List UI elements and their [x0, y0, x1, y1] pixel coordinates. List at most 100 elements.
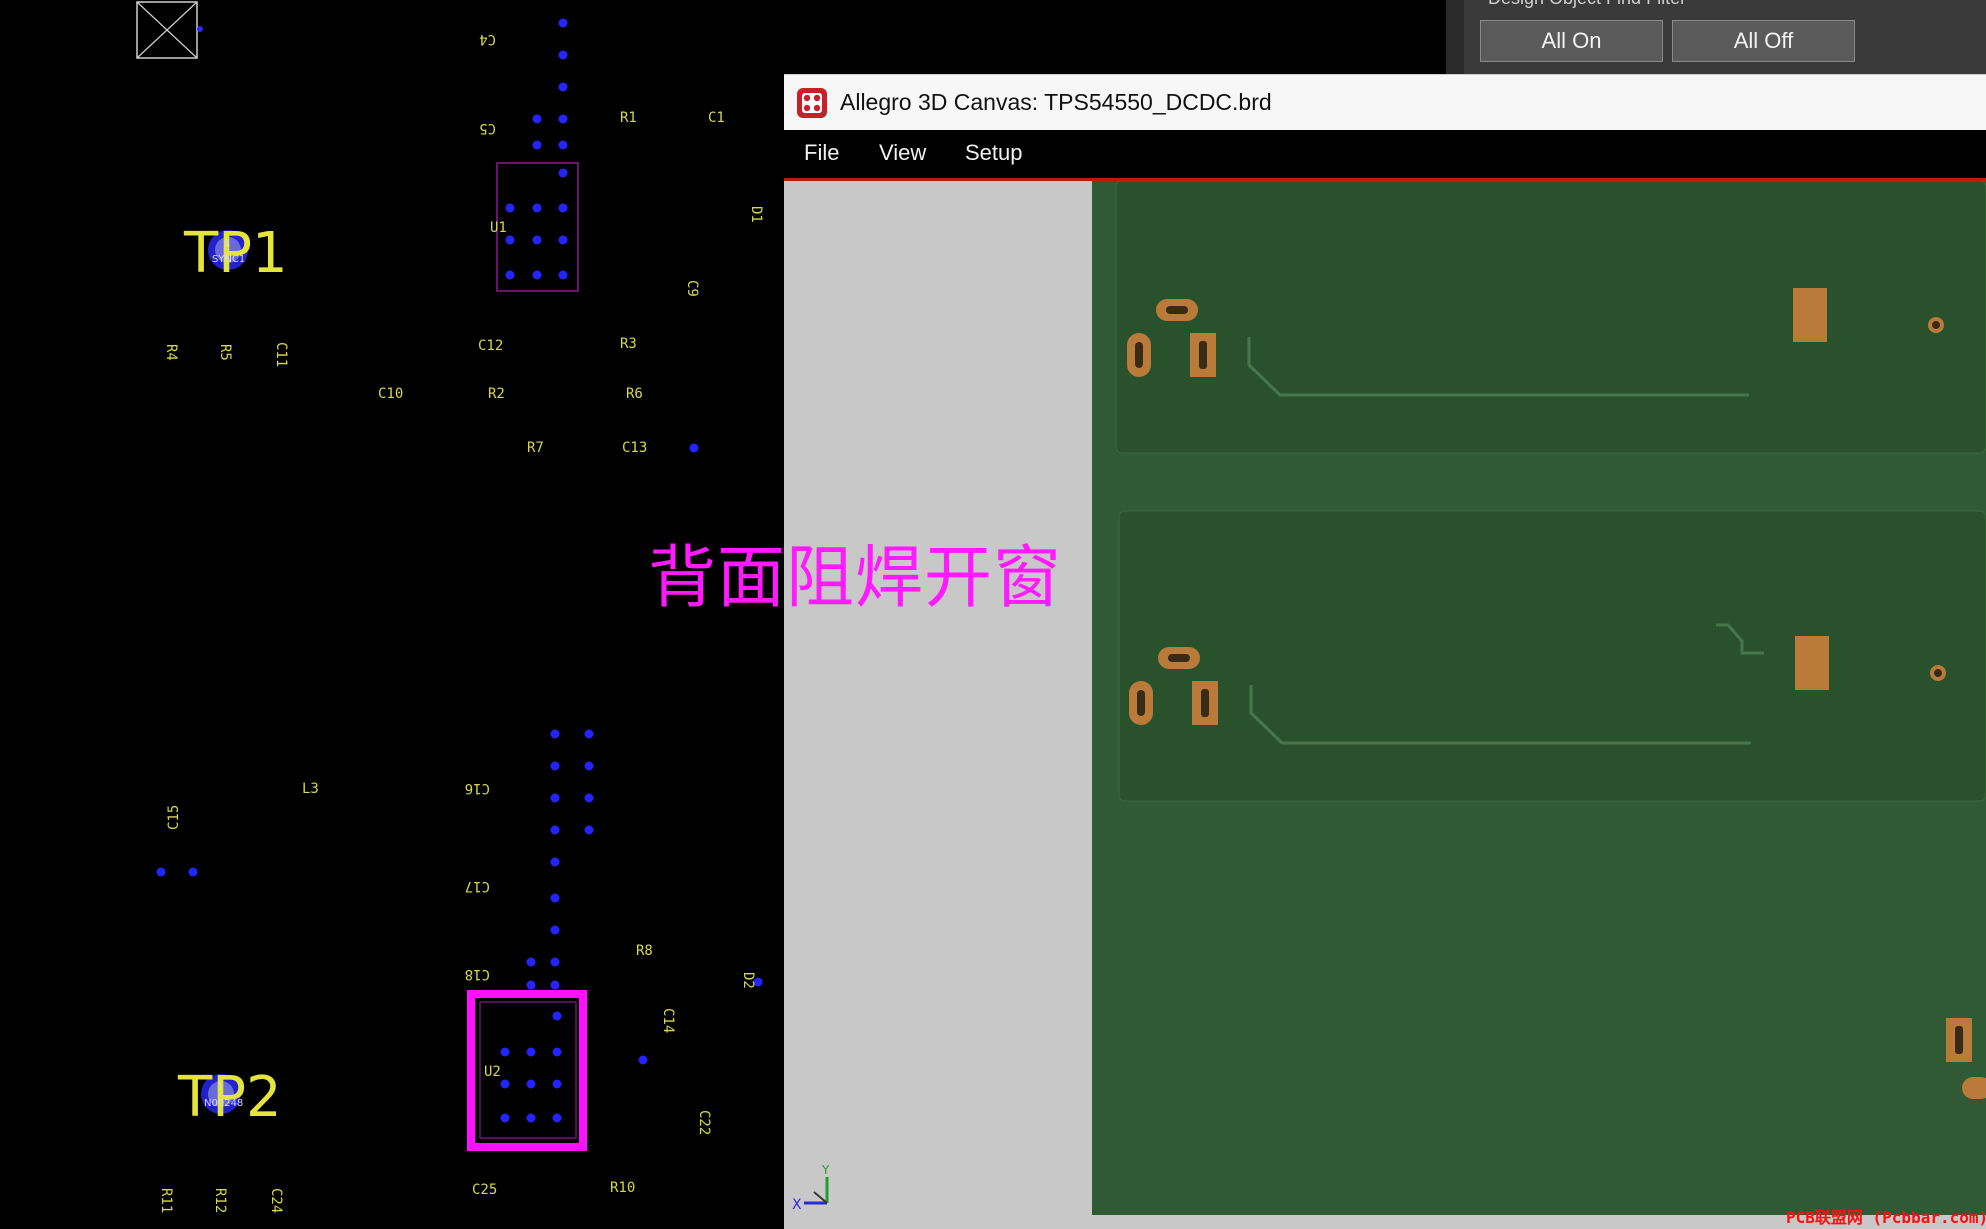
via [500, 1047, 510, 1057]
via [558, 203, 568, 213]
via [552, 1011, 562, 1021]
refdes-d2: D2 [740, 972, 756, 989]
refdes-r5: R5 [217, 344, 233, 361]
via [552, 1079, 562, 1089]
via [550, 729, 560, 739]
via [558, 270, 568, 280]
tp1-pin: 1 [224, 238, 230, 249]
refdes-c22: C22 [696, 1110, 712, 1135]
refdes-c18: C18 [465, 966, 490, 982]
refdes-r11: R11 [158, 1188, 174, 1213]
refdes-c14: C14 [660, 1008, 676, 1033]
via [558, 235, 568, 245]
refdes-c25: C25 [472, 1182, 497, 1198]
find-filter-panel: Design Object Find Filter All On All Off [1446, 0, 1986, 76]
via [505, 235, 515, 245]
tp2-pin: 1 [217, 1082, 223, 1093]
refdes-c13: C13 [622, 440, 647, 456]
axis-x-label: X [792, 1197, 802, 1213]
via [550, 793, 560, 803]
via [584, 825, 594, 835]
via [550, 761, 560, 771]
via [558, 82, 568, 92]
refdes-r8: R8 [636, 943, 653, 959]
allegro-app-icon [797, 88, 827, 118]
via [638, 1055, 648, 1065]
refdes-c16: C16 [465, 780, 490, 796]
via [500, 1079, 510, 1089]
via [584, 793, 594, 803]
via [505, 203, 515, 213]
via [584, 761, 594, 771]
refdes-r4: R4 [163, 344, 179, 361]
refdes-d1: D1 [748, 206, 764, 223]
watermark: PCB联盟网 (Pcbbar.com) [1786, 1208, 1986, 1227]
panel-divider [1446, 0, 1464, 76]
refdes-c5: C5 [479, 120, 496, 136]
refdes-r1: R1 [620, 110, 637, 126]
refdes-c4: C4 [479, 31, 496, 47]
via [526, 980, 536, 990]
via [500, 1113, 510, 1123]
via [558, 168, 568, 178]
via [188, 867, 198, 877]
via [526, 1079, 536, 1089]
via [550, 980, 560, 990]
via [558, 140, 568, 150]
pad-ic [1793, 288, 1827, 342]
tp2-net: N00248 [204, 1098, 243, 1109]
via [550, 893, 560, 903]
refdes-c11: C11 [273, 342, 289, 367]
3d-board-render: X Y [792, 181, 1986, 1215]
3d-render-canvas[interactable]: X Y [784, 181, 1986, 1229]
via [526, 1113, 536, 1123]
refdes-r7: R7 [527, 440, 544, 456]
refdes-r12: R12 [212, 1188, 228, 1213]
via [156, 867, 166, 877]
via [550, 957, 560, 967]
via [532, 235, 542, 245]
via [532, 203, 542, 213]
via [532, 270, 542, 280]
refdes-c15: C15 [166, 805, 182, 830]
via [532, 140, 542, 150]
window-titlebar[interactable]: Allegro 3D Canvas: TPS54550_DCDC.brd [784, 74, 1986, 131]
refdes-c12: C12 [478, 338, 503, 354]
menu-bar: File View Setup [784, 130, 1986, 181]
via [552, 1113, 562, 1123]
annotation-text: 背面阻焊开窗 [648, 539, 1063, 618]
tp1-net: SYNC1 [212, 254, 245, 265]
menu-file[interactable]: File [804, 140, 839, 166]
menu-setup[interactable]: Setup [965, 140, 1023, 166]
refdes-c24: C24 [268, 1188, 284, 1213]
via [550, 925, 560, 935]
via [526, 1047, 536, 1057]
via [552, 1047, 562, 1057]
refdes-r3: R3 [620, 336, 637, 352]
refdes-c9: C9 [684, 280, 700, 297]
axis-y-label: Y [821, 1163, 830, 1177]
refdes-c10: C10 [378, 386, 403, 402]
refdes-c17: C17 [465, 878, 490, 894]
via [550, 825, 560, 835]
window-title: Allegro 3D Canvas: TPS54550_DCDC.brd [840, 89, 1272, 115]
refdes-r10: R10 [610, 1180, 635, 1196]
all-off-button[interactable]: All Off [1672, 20, 1855, 62]
via [526, 957, 536, 967]
via [689, 443, 699, 453]
all-on-button[interactable]: All On [1480, 20, 1663, 62]
via [532, 114, 542, 124]
refdes-l3: L3 [302, 781, 319, 797]
via [558, 114, 568, 124]
refdes-r2: R2 [488, 386, 505, 402]
refdes-u2: U2 [484, 1064, 501, 1080]
via [558, 18, 568, 28]
via [584, 729, 594, 739]
menu-view[interactable]: View [879, 140, 926, 166]
via [505, 270, 515, 280]
via [558, 50, 568, 60]
allegro-3d-canvas-window: Allegro 3D Canvas: TPS54550_DCDC.brd Fil… [784, 74, 1986, 1229]
refdes-u1: U1 [490, 220, 507, 236]
refdes-c1: C1 [708, 110, 725, 126]
refdes-r6: R6 [626, 386, 643, 402]
